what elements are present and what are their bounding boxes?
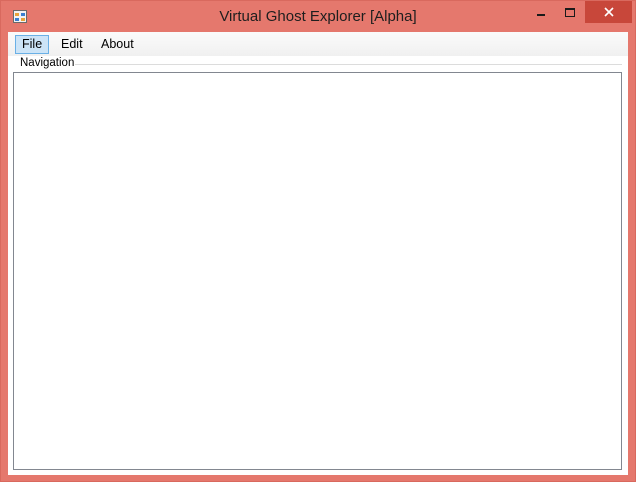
menu-about[interactable]: About xyxy=(94,35,141,54)
navigation-panel[interactable] xyxy=(13,72,622,470)
menu-bar: File Edit About xyxy=(8,32,628,56)
close-button[interactable] xyxy=(585,1,632,23)
menu-file[interactable]: File xyxy=(15,35,50,54)
client-area: File Edit About Navigation xyxy=(8,32,628,475)
minimize-button[interactable] xyxy=(527,1,555,23)
minimize-icon xyxy=(537,14,545,16)
title-bar[interactable]: Virtual Ghost Explorer [Alpha] xyxy=(1,1,635,33)
app-window: Virtual Ghost Explorer [Alpha] File Edit… xyxy=(0,0,636,482)
menu-edit[interactable]: Edit xyxy=(54,35,90,54)
close-icon xyxy=(603,7,614,17)
navigation-group-divider xyxy=(70,64,622,65)
maximize-button[interactable] xyxy=(556,1,584,23)
maximize-icon xyxy=(565,7,575,17)
navigation-label: Navigation xyxy=(19,56,76,71)
